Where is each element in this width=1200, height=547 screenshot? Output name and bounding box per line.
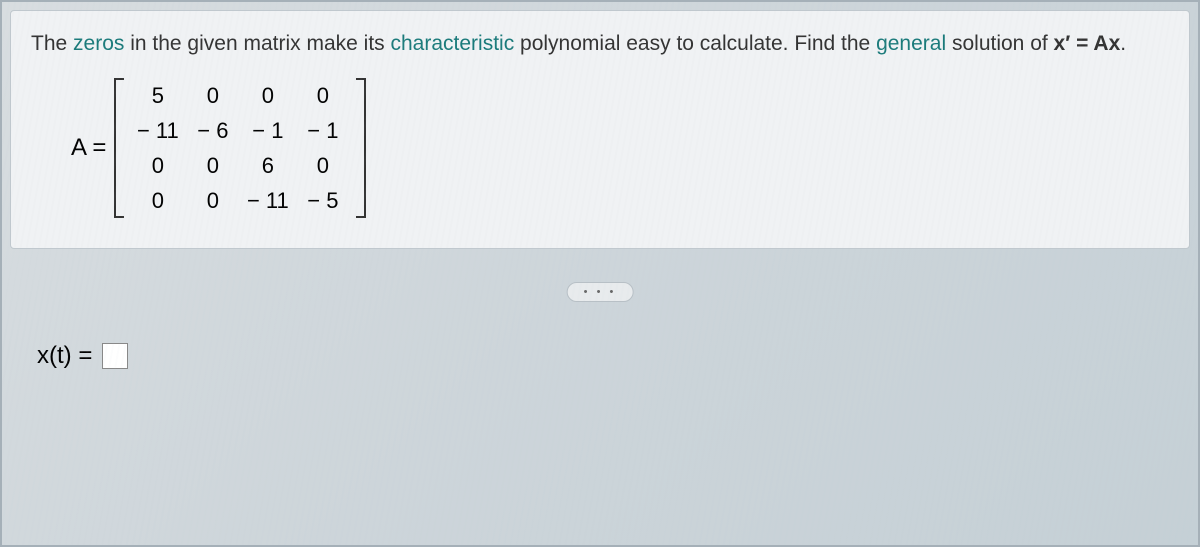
matrix-label: A =: [71, 134, 106, 162]
matrix-cell: 6: [262, 153, 274, 179]
matrix-cell: 0: [262, 83, 274, 109]
matrix-cell: 0: [152, 188, 164, 214]
q-mid3: solution of: [946, 32, 1053, 55]
question-panel: The zeros in the given matrix make its c…: [10, 10, 1190, 249]
answer-section: x(t) =: [37, 342, 128, 370]
q-mid1: in the given matrix make its: [124, 32, 390, 55]
question-text: The zeros in the given matrix make its c…: [31, 29, 1169, 58]
matrix-cell: 5: [152, 83, 164, 109]
matrix-cell: − 1: [252, 118, 283, 144]
q-mid2: polynomial easy to calculate. Find the: [514, 32, 876, 55]
matrix-cell: 0: [152, 153, 164, 179]
matrix-cell: 0: [317, 83, 329, 109]
matrix-cell: − 6: [197, 118, 228, 144]
q-prefix: The: [31, 32, 73, 55]
q-suffix: .: [1120, 32, 1126, 55]
matrix-cell: 0: [207, 188, 219, 214]
q-zeros: zeros: [73, 32, 124, 55]
matrix-display: A = 5 0 0 0 − 11 − 6 − 1 − 1 0 0 6 0 0 0…: [71, 78, 1169, 218]
q-characteristic: characteristic: [391, 32, 515, 55]
matrix-cell: − 1: [307, 118, 338, 144]
matrix-cell: − 5: [307, 188, 338, 214]
matrix-cell: 0: [207, 153, 219, 179]
matrix-cell: 0: [207, 83, 219, 109]
matrix-cell: 0: [317, 153, 329, 179]
bracket-left: [114, 78, 124, 218]
answer-label: x(t) =: [37, 342, 92, 370]
matrix-cell: − 11: [137, 118, 179, 144]
bracket-right: [356, 78, 366, 218]
q-general: general: [876, 32, 946, 55]
q-equation: x′ = Ax: [1054, 32, 1121, 55]
matrix-grid: 5 0 0 0 − 11 − 6 − 1 − 1 0 0 6 0 0 0 − 1…: [124, 78, 356, 218]
matrix-cell: − 11: [247, 188, 289, 214]
answer-input[interactable]: [102, 343, 128, 369]
section-divider: • • •: [567, 282, 634, 302]
